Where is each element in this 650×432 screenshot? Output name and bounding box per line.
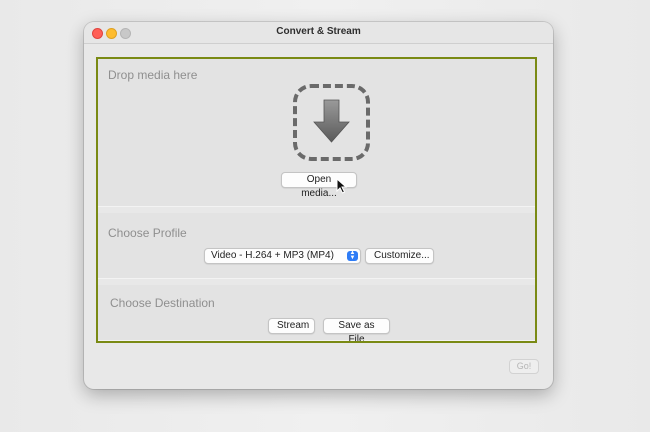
window-content: Drop media here Open media... Choose Pro… xyxy=(84,45,553,389)
convert-stream-window: Convert & Stream Drop media here Open me… xyxy=(84,22,553,389)
desktop: Convert & Stream Drop media here Open me… xyxy=(0,0,650,432)
window-title: Convert & Stream xyxy=(276,26,361,37)
highlight-box xyxy=(96,57,537,343)
title-bar: Convert & Stream xyxy=(84,22,553,44)
mouse-pointer-icon xyxy=(336,178,348,194)
go-button[interactable]: Go! xyxy=(509,359,539,374)
